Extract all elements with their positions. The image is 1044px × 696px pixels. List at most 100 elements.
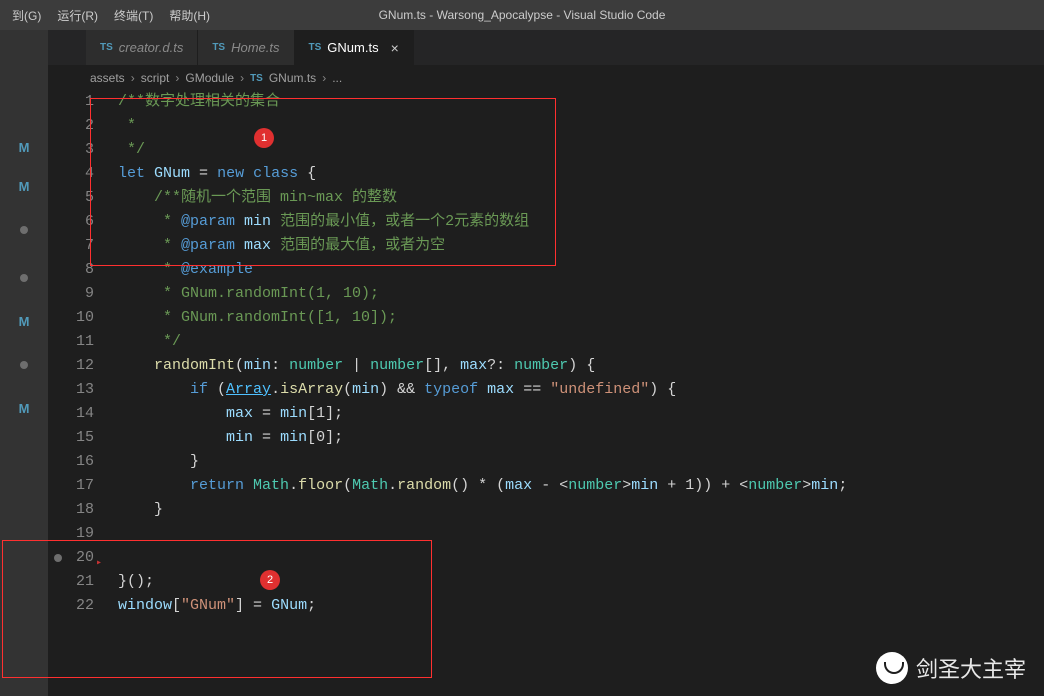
chevron-right-icon: › [240,71,244,85]
code-content[interactable]: * @example [118,258,1044,282]
line-number: 17 [48,474,118,498]
code-content[interactable]: min = min[0]; [118,426,1044,450]
menu-run[interactable]: 运行(R) [49,1,106,30]
code-content[interactable]: }(); [118,570,1044,594]
menu-help[interactable]: 帮助(H) [161,1,218,30]
window-title: GNum.ts - Warsong_Apocalypse - Visual St… [379,8,666,22]
typescript-icon: TS [100,42,113,53]
line-number: 19 [48,522,118,546]
code-content[interactable]: max = min[1]; [118,402,1044,426]
code-content[interactable]: */ [118,330,1044,354]
code-line[interactable]: 15 min = min[0]; [48,426,1044,450]
tab-GNum-ts[interactable]: TSGNum.ts× [295,30,414,65]
line-number: 21 [48,570,118,594]
code-content[interactable]: randomInt(min: number | number[], max?: … [118,354,1044,378]
menu-goto[interactable]: 到(G) [4,1,49,30]
code-line[interactable]: 22window["GNum"] = GNum; [48,594,1044,618]
crumb[interactable]: GModule [185,71,234,85]
line-number: 5 [48,186,118,210]
code-content[interactable]: if (Array.isArray(min) && typeof max == … [118,378,1044,402]
code-line[interactable]: 9 * GNum.randomInt(1, 10); [48,282,1044,306]
code-line[interactable]: 7 * @param max 范围的最大值，或者为空 [48,234,1044,258]
chevron-right-icon: › [175,71,179,85]
tab-label: GNum.ts [327,40,378,55]
code-content[interactable]: */ [118,138,1044,162]
code-content[interactable]: let GNum = new class { [118,162,1044,186]
code-content[interactable]: * @param max 范围的最大值，或者为空 [118,234,1044,258]
crumb[interactable]: assets [90,71,125,85]
code-content[interactable] [118,546,1044,570]
code-content[interactable] [118,522,1044,546]
line-number: 3 [48,138,118,162]
scm-modified-mark: M [0,314,48,329]
minimap[interactable] [1000,90,1044,696]
activity-bar: MMMM [0,30,48,696]
tab-creator-d-ts[interactable]: TS creator.d.ts [86,30,198,65]
scm-dot [20,274,28,282]
code-content[interactable]: * [118,114,1044,138]
tab-label: creator.d.ts [119,40,184,55]
line-number: 22 [48,594,118,618]
typescript-icon: TS [250,73,263,84]
code-content[interactable]: } [118,498,1044,522]
code-content[interactable]: * GNum.randomInt(1, 10); [118,282,1044,306]
scm-modified-mark: M [0,179,48,194]
code-line[interactable]: 10 * GNum.randomInt([1, 10]); [48,306,1044,330]
scm-modified-mark: M [0,401,48,416]
code-line[interactable]: 21}(); [48,570,1044,594]
menu-bar: 到(G) 运行(R) 终端(T) 帮助(H) [0,1,218,30]
scm-dot [20,361,28,369]
code-line[interactable]: 11 */ [48,330,1044,354]
menu-terminal[interactable]: 终端(T) [106,1,161,30]
line-number: 11 [48,330,118,354]
tab-Home-ts[interactable]: TSHome.ts [198,30,294,65]
chevron-right-icon: › [322,71,326,85]
line-number: 14 [48,402,118,426]
line-number: 4 [48,162,118,186]
line-number: 6 [48,210,118,234]
code-content[interactable]: return Math.floor(Math.random() * (max -… [118,474,1044,498]
code-content[interactable]: /**随机一个范围 min~max 的整数 [118,186,1044,210]
code-line[interactable]: 20▸ [48,546,1044,570]
line-number: 16 [48,450,118,474]
line-number: 12 [48,354,118,378]
code-line[interactable]: 6 * @param min 范围的最小值，或者一个2元素的数组 [48,210,1044,234]
code-content[interactable]: * @param min 范围的最小值，或者一个2元素的数组 [118,210,1044,234]
code-content[interactable]: window["GNum"] = GNum; [118,594,1044,618]
close-icon[interactable]: × [391,40,399,56]
wechat-icon [876,652,908,684]
tab-bar: TS creator.d.tsTSHome.ts TS GNum.ts × [0,30,1044,66]
chevron-right-icon: › [131,71,135,85]
titlebar: 到(G) 运行(R) 终端(T) 帮助(H) GNum.ts - Warsong… [0,0,1044,30]
line-number: 20▸ [48,546,118,570]
code-content[interactable]: /**数字处理相关的集合 [118,90,1044,114]
code-line[interactable]: 5 /**随机一个范围 min~max 的整数 [48,186,1044,210]
editor[interactable]: 1/**数字处理相关的集合2 * 3 */4let GNum = new cla… [48,90,1044,696]
scm-dot [20,226,28,234]
line-number: 13 [48,378,118,402]
tab-label: Home.ts [231,40,279,55]
breadcrumb-file[interactable]: GNum.ts [269,71,316,85]
code-line[interactable]: 4let GNum = new class { [48,162,1044,186]
crumb[interactable]: script [141,71,170,85]
code-line[interactable]: 14 max = min[1]; [48,402,1044,426]
code-line[interactable]: 1/**数字处理相关的集合 [48,90,1044,114]
breadcrumb[interactable]: assets › script › GModule › TS GNum.ts ›... [0,66,1044,90]
code-line[interactable]: 17 return Math.floor(Math.random() * (ma… [48,474,1044,498]
breadcrumb-trail[interactable]: ... [332,71,342,85]
breakpoint-icon[interactable] [54,554,62,562]
watermark: 剑圣大主宰 [876,652,1026,684]
code-line[interactable]: 3 */ [48,138,1044,162]
code-line[interactable]: 8 * @example [48,258,1044,282]
code-line[interactable]: 16 } [48,450,1044,474]
code-line[interactable]: 12 randomInt(min: number | number[], max… [48,354,1044,378]
code-content[interactable]: } [118,450,1044,474]
code-line[interactable]: 18 } [48,498,1044,522]
code-line[interactable]: 2 * [48,114,1044,138]
watermark-text: 剑圣大主宰 [916,652,1026,684]
code-line[interactable]: 13 if (Array.isArray(min) && typeof max … [48,378,1044,402]
code-content[interactable]: * GNum.randomInt([1, 10]); [118,306,1044,330]
code-line[interactable]: 19 [48,522,1044,546]
line-number: 8 [48,258,118,282]
line-number: 10 [48,306,118,330]
